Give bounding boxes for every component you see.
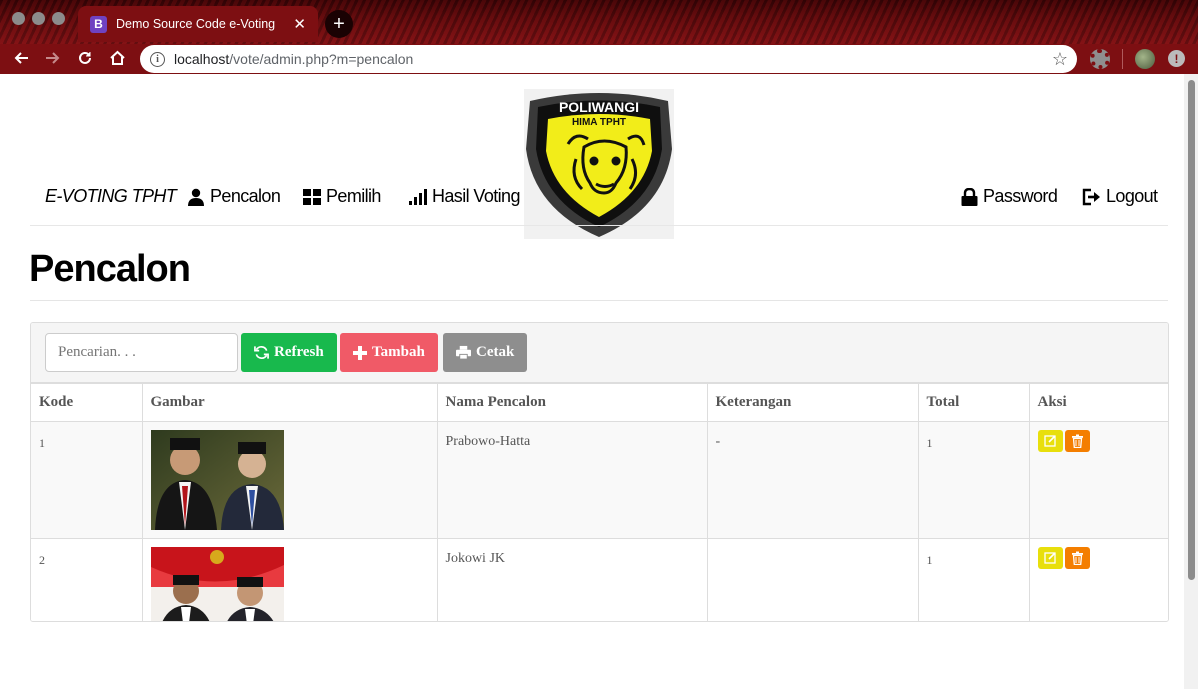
table-row: 1 Prabowo-Hatta - 1 [31,421,1168,539]
cell-total: 1 [917,538,1030,621]
column-header-keterangan[interactable]: Keterangan [706,383,919,422]
column-header-aksi: Aksi [1028,383,1168,422]
window-zoom-button[interactable] [52,12,65,25]
page-viewport: POLIWANGI HIMA TPHT E-VOTING TPHT Pencal… [0,74,1198,689]
delete-button[interactable] [1064,547,1090,569]
nav-password-label: Password [983,186,1058,206]
user-icon [188,188,204,206]
column-header-gambar[interactable]: Gambar [141,383,438,422]
window-minimize-button[interactable] [32,12,45,25]
refresh-label: Refresh [274,344,324,360]
nav-pencalon-label: Pencalon [210,186,281,206]
edit-button[interactable] [1037,547,1063,569]
edit-icon [1043,552,1056,564]
cell-aksi [1028,538,1168,621]
cell-total: 1 [917,421,1030,539]
panel-toolbar: Refresh Tambah Cetak [31,323,1168,383]
signal-bars-icon [409,188,427,205]
reload-icon[interactable] [75,48,95,68]
tambah-button[interactable]: Tambah [340,333,438,372]
svg-text:POLIWANGI: POLIWANGI [559,99,639,115]
cell-kode: 2 [31,538,143,621]
trash-icon [1071,551,1083,565]
toolbar-divider [1122,49,1123,69]
scrollbar-thumb[interactable] [1188,80,1195,580]
navbar-brand[interactable]: E-VOTING TPHT [45,186,177,207]
pencalon-panel: Refresh Tambah Cetak Kode Gambar Nama Pe… [30,322,1169,622]
edit-icon [1043,435,1056,447]
nav-pemilih-label: Pemilih [326,186,381,206]
column-header-total[interactable]: Total [917,383,1030,422]
search-input[interactable] [45,333,238,372]
browser-tab[interactable]: B Demo Source Code e-Voting ✕ [78,6,318,42]
print-icon [456,345,471,360]
cell-nama: Jokowi JK [436,538,708,621]
pencalon-table: Kode Gambar Nama Pencalon Keterangan Tot… [31,383,1168,621]
tab-close-icon[interactable]: ✕ [293,15,306,33]
cell-aksi [1028,421,1168,539]
cetak-button[interactable]: Cetak [443,333,528,372]
delete-button[interactable] [1064,430,1090,452]
svg-text:HIMA TPHT: HIMA TPHT [572,117,626,128]
tab-title: Demo Source Code e-Voting [116,17,276,31]
table-header-row: Kode Gambar Nama Pencalon Keterangan Tot… [31,383,1168,422]
nav-logout-label: Logout [1106,186,1158,206]
back-icon[interactable] [11,48,31,68]
nav-hasil-voting[interactable]: Hasil Voting [409,186,520,207]
nav-password[interactable]: Password [961,186,1058,207]
cell-gambar [141,538,438,621]
profile-avatar[interactable] [1135,49,1155,69]
bootstrap-favicon-icon: B [90,15,107,33]
nav-hasil-voting-label: Hasil Voting [432,186,520,206]
home-icon[interactable] [107,48,127,68]
title-divider [30,300,1168,301]
cetak-label: Cetak [476,344,515,360]
main-navbar: E-VOTING TPHT Pencalon Pemilih Hasil Vot… [30,178,1168,226]
bookmark-star-icon[interactable]: ☆ [1052,49,1068,70]
refresh-icon [254,346,269,359]
cell-keterangan [706,538,919,621]
page-scrollbar[interactable] [1184,74,1198,689]
nav-pemilih[interactable]: Pemilih [303,186,381,207]
refresh-button[interactable]: Refresh [241,333,337,372]
page-title: Pencalon [29,248,191,290]
nav-pencalon[interactable]: Pencalon [187,186,281,207]
cell-nama: Prabowo-Hatta [436,421,708,539]
address-bar[interactable]: i localhost/vote/admin.php?m=pencalon ☆ [140,45,1077,73]
cell-gambar [141,421,438,539]
cell-keterangan: - [706,421,919,539]
logout-icon [1082,188,1100,205]
new-tab-button[interactable]: + [325,10,353,38]
table-row: 2 Jokowi JK 1 [31,538,1168,621]
window-close-button[interactable] [12,12,25,25]
trash-icon [1071,434,1083,448]
edit-button[interactable] [1037,430,1063,452]
candidate-photo [150,430,284,530]
forward-icon[interactable] [43,48,63,68]
extension-gear-icon[interactable] [1090,49,1110,69]
column-header-nama[interactable]: Nama Pencalon [436,383,708,422]
grid-icon [303,188,321,205]
candidate-photo [150,547,284,621]
lock-icon [961,187,978,206]
url-text: localhost/vote/admin.php?m=pencalon [174,51,414,67]
plus-icon [353,345,367,360]
alert-icon[interactable]: ! [1168,50,1185,67]
nav-logout[interactable]: Logout [1082,186,1158,207]
tambah-label: Tambah [372,344,425,360]
cell-kode: 1 [31,421,143,539]
column-header-kode[interactable]: Kode [31,383,143,422]
site-info-icon[interactable]: i [150,51,165,67]
